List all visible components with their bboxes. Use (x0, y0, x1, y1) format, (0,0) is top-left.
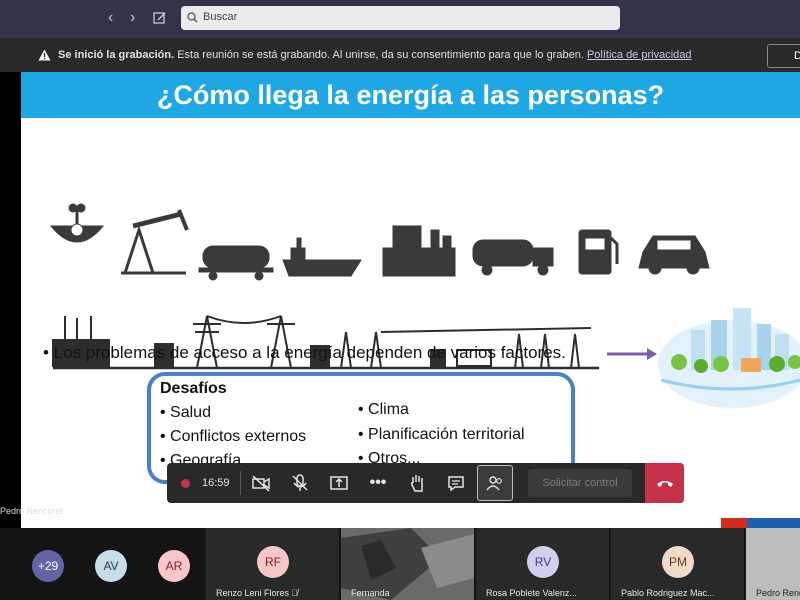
avatar: PM (662, 546, 694, 578)
hang-up-button[interactable] (645, 463, 684, 503)
search-icon (187, 12, 198, 23)
challenge-item: • Conflictos externos (160, 428, 307, 445)
presenter-label: Pedro Rencoret (0, 506, 64, 516)
notice-bold: Se inició la grabación. (58, 49, 175, 61)
chat-button[interactable] (443, 463, 469, 503)
notice-text: Esta reunión se está grabando. Al unirse… (177, 49, 584, 61)
privacy-policy-link[interactable]: Política de privacidad (587, 49, 692, 61)
share-screen-button[interactable] (326, 463, 352, 503)
shared-screen: ¿Cómo llega la energía a las personas? •… (0, 72, 800, 528)
search-placeholder: Buscar (203, 11, 238, 23)
challenge-item: • Clima (358, 401, 409, 418)
participant-name: Fernanda (351, 588, 390, 598)
request-control-button[interactable]: Solicitar control (528, 469, 632, 497)
participants-button[interactable] (477, 465, 513, 501)
participant-name: Rosa Poblete Valenz... (486, 588, 577, 598)
avatar[interactable]: AR (158, 550, 190, 582)
more-options-button[interactable]: ••• (365, 463, 391, 503)
tank-wagon-icon (198, 245, 274, 281)
car-icon (638, 235, 710, 275)
participant-tile[interactable]: Pedro Rend (746, 528, 800, 600)
city-illustration (658, 308, 800, 408)
challenges-title: Desafíos (160, 380, 227, 397)
raise-hand-button[interactable] (404, 463, 430, 503)
participant-tile[interactable]: RV Rosa Poblete Valenz... (476, 528, 609, 600)
forward-icon[interactable]: › (130, 9, 135, 27)
slide-footer-band (721, 518, 800, 528)
challenge-item: • Planificación territorial (358, 426, 525, 443)
title-bar: ‹ › Buscar (0, 0, 800, 38)
avatar: RF (257, 546, 289, 578)
more-participants-avatar[interactable]: +29 (32, 550, 64, 582)
avatar: RV (527, 546, 559, 578)
arrow-icon (647, 348, 657, 360)
avatar[interactable]: AV (95, 550, 127, 582)
participant-name: Renzo Leni Flores (216, 588, 290, 598)
refinery-icon (382, 225, 456, 277)
recording-notice: Se inició la grabación. Esta reunión se … (0, 38, 800, 72)
search-input[interactable]: Buscar (181, 6, 620, 30)
slide-bullet: • Los problemas de acceso a la energía d… (43, 343, 566, 362)
dismiss-button[interactable]: De (767, 44, 800, 68)
challenge-item: • Salud (160, 404, 211, 421)
participant-name: Pedro Rend (756, 588, 800, 598)
camera-off-icon (252, 475, 270, 492)
mute-button[interactable] (287, 463, 313, 503)
oil-well-icon (49, 203, 105, 243)
tanker-truck-icon (472, 239, 554, 276)
request-control-label: Solicitar control (542, 477, 618, 489)
tanker-ship-icon (282, 237, 362, 277)
back-icon[interactable]: ‹ (108, 9, 113, 27)
dismiss-label: De (794, 50, 800, 62)
divider (240, 471, 241, 495)
mic-off-icon (292, 474, 308, 491)
meeting-controls: 16:59 ••• Solicitar control (167, 463, 684, 503)
fuel-pump-icon (578, 229, 619, 275)
slide: ¿Cómo llega la energía a las personas? •… (21, 72, 800, 528)
warning-icon (38, 49, 51, 61)
participants-strip: +29 AV AR RF Renzo Leni Flores 🎙̸ Fernan… (0, 528, 800, 600)
share-icon (330, 476, 348, 490)
record-icon (181, 479, 190, 488)
slide-title: ¿Cómo llega la energía a las personas? (21, 72, 800, 118)
participant-tile[interactable]: RF Renzo Leni Flores 🎙̸ (206, 528, 339, 600)
hang-up-icon (656, 481, 673, 487)
hand-icon (410, 475, 423, 492)
new-chat-icon[interactable] (153, 11, 167, 25)
camera-off-button[interactable] (248, 463, 274, 503)
participant-name: Pablo Rodriguez Mac... (621, 588, 715, 598)
participant-tile[interactable]: PM Pablo Rodriguez Mac... (611, 528, 744, 600)
more-icon: ••• (369, 474, 387, 491)
chat-icon (448, 476, 464, 492)
people-icon (486, 476, 502, 491)
meeting-timer: 16:59 (202, 477, 230, 489)
mic-off-icon: 🎙̸ (291, 588, 298, 598)
participant-tile[interactable]: Fernanda (341, 528, 474, 600)
pumpjack-icon (121, 209, 189, 275)
